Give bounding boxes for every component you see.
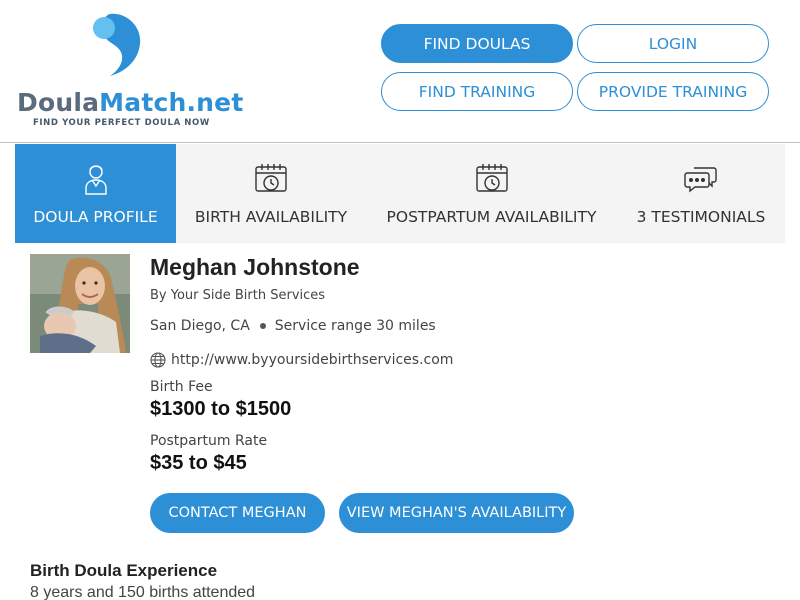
experience-heading: Birth Doula Experience (30, 561, 218, 580)
profile-tabs: DOULA PROFILE BIRTH AVAILABILITY POSTPAR… (15, 144, 785, 243)
chat-bubbles-icon (684, 167, 717, 193)
find-training-button[interactable]: FIND TRAINING (381, 72, 573, 111)
doulamatch-logo-icon[interactable] (88, 12, 144, 80)
logo-tagline: FIND YOUR PERFECT DOULA NOW (33, 118, 210, 128)
doula-person-icon (84, 165, 107, 195)
globe-icon (150, 352, 166, 368)
doula-name: Meghan Johnstone (150, 254, 360, 280)
birth-fee-value: $1300 to $1500 (150, 398, 292, 420)
login-button[interactable]: LOGIN (577, 24, 769, 63)
logo-wordmark-part1: Doula (17, 88, 100, 117)
tab-doula-profile[interactable]: DOULA PROFILE (15, 144, 176, 243)
experience-text: 8 years and 150 births attended (30, 584, 256, 600)
logo-wordmark-part2: Match.net (99, 88, 244, 117)
profile-photo-image (30, 254, 130, 353)
tab-testimonials[interactable]: 3 TESTIMONIALS (617, 144, 785, 243)
site-header: DoulaMatch.net FIND YOUR PERFECT DOULA N… (0, 0, 800, 143)
view-availability-button[interactable]: VIEW MEGHAN'S AVAILABILITY (339, 493, 574, 533)
birth-fee-label: Birth Fee (150, 379, 213, 395)
doula-agency: By Your Side Birth Services (150, 288, 326, 303)
separator-dot (259, 323, 266, 329)
calendar-clock-icon (475, 164, 508, 192)
find-doulas-button[interactable]: FIND DOULAS (381, 24, 573, 63)
service-range: Service range 30 miles (274, 318, 436, 334)
tab-label: DOULA PROFILE (33, 208, 158, 226)
provide-training-button[interactable]: PROVIDE TRAINING (577, 72, 769, 111)
doula-photo (30, 254, 130, 353)
location-row: San Diego, CA Service range 30 miles (150, 318, 436, 334)
calendar-clock-icon (255, 164, 287, 192)
contact-doula-button[interactable]: CONTACT MEGHAN (150, 493, 325, 533)
tab-label: BIRTH AVAILABILITY (194, 208, 348, 226)
tab-label: 3 TESTIMONIALS (636, 208, 766, 226)
doula-location: San Diego, CA (150, 318, 250, 334)
postpartum-rate-label: Postpartum Rate (150, 433, 268, 449)
tab-label: POSTPARTUM AVAILABILITY (386, 208, 597, 226)
tab-birth-availability[interactable]: BIRTH AVAILABILITY (176, 144, 366, 243)
tab-postpartum-availability[interactable]: POSTPARTUM AVAILABILITY (366, 144, 617, 243)
logo-wordmark[interactable]: DoulaMatch.net (17, 88, 244, 117)
website-row: http://www.byyoursidebirthservices.com (150, 352, 453, 368)
postpartum-rate-value: $35 to $45 (150, 452, 247, 474)
website-link[interactable]: http://www.byyoursidebirthservices.com (171, 352, 453, 368)
